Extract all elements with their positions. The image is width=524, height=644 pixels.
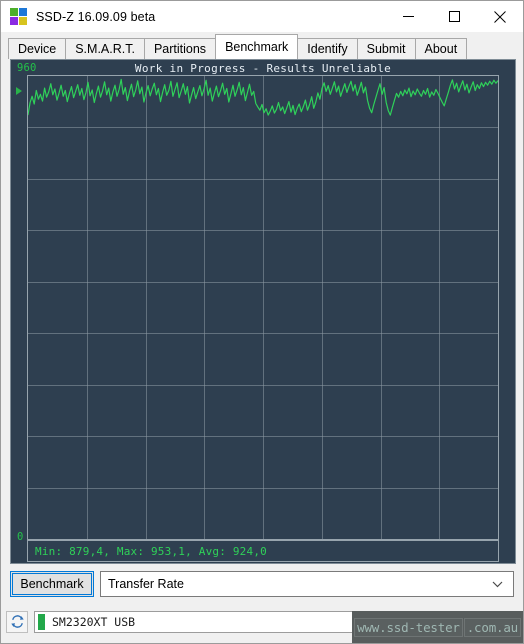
- tab-device[interactable]: Device: [8, 38, 67, 59]
- refresh-icon[interactable]: [6, 610, 28, 633]
- ssdz-squares-icon: [10, 8, 27, 25]
- tab-partitions[interactable]: Partitions: [143, 38, 217, 59]
- chart-gridlines: [28, 76, 498, 539]
- benchmark-mode-value: Transfer Rate: [108, 577, 184, 591]
- device-status-badge: [38, 613, 45, 630]
- tab-about[interactable]: About: [414, 38, 468, 59]
- position-marker-icon: [16, 87, 22, 95]
- benchmark-panel: Work in Progress - Results Unreliable 96…: [1, 59, 523, 564]
- chart-stats-box: Min: 879,4, Max: 953,1, Avg: 924,0: [27, 540, 499, 562]
- chevron-down-icon: [492, 581, 503, 588]
- status-bar: SM2320XT USB www.ssd-tester .com.au: [1, 600, 523, 643]
- chart-title: Work in Progress - Results Unreliable: [134, 62, 392, 75]
- window-controls: [385, 1, 523, 32]
- tab-strip: Device S.M.A.R.T. Partitions Benchmark I…: [1, 32, 523, 59]
- device-field[interactable]: SM2320XT USB: [34, 610, 518, 633]
- title-bar: SSD-Z 16.09.09 beta: [1, 1, 523, 32]
- y-axis-max-label: 960: [17, 62, 37, 74]
- benchmark-chart: Work in Progress - Results Unreliable 96…: [10, 59, 516, 564]
- tab-benchmark[interactable]: Benchmark: [215, 34, 299, 59]
- minimize-button[interactable]: [385, 1, 431, 32]
- benchmark-mode-select[interactable]: Transfer Rate: [100, 571, 514, 597]
- window-title: SSD-Z 16.09.09 beta: [36, 9, 156, 24]
- chart-canvas: [28, 76, 498, 539]
- y-axis-min-label: 0: [17, 531, 24, 543]
- benchmark-controls: Benchmark Transfer Rate: [1, 564, 523, 600]
- tab-identify[interactable]: Identify: [297, 38, 358, 59]
- maximize-button[interactable]: [431, 1, 477, 32]
- chart-plot-area: [27, 75, 499, 540]
- ssd-z-window: SSD-Z 16.09.09 beta Device S.M.A.R.T. Pa…: [0, 0, 524, 644]
- close-button[interactable]: [477, 1, 523, 32]
- tab-smart[interactable]: S.M.A.R.T.: [65, 38, 145, 59]
- tab-submit[interactable]: Submit: [356, 38, 416, 59]
- device-name: SM2320XT USB: [52, 614, 136, 629]
- benchmark-button[interactable]: Benchmark: [10, 571, 94, 597]
- chart-stats-text: Min: 879,4, Max: 953,1, Avg: 924,0: [35, 544, 267, 558]
